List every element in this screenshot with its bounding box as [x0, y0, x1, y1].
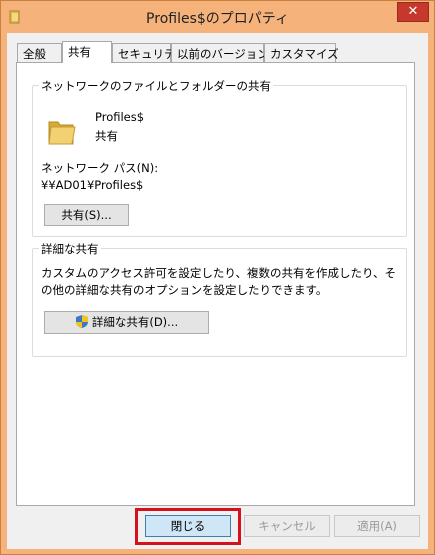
uac-shield-icon [75, 315, 88, 328]
share-button[interactable]: 共有(S)... [44, 204, 129, 226]
sharing-tab-panel: ネットワークのファイルとフォルダーの共有 Profiles$ 共有 ネットワーク… [16, 62, 415, 506]
advanced-share-description: カスタムのアクセス許可を設定したり、複数の共有を作成したり、その他の詳細な共有の… [41, 266, 397, 297]
network-path-label: ネットワーク パス(N): [41, 161, 159, 175]
share-button-label: 共有(S)... [61, 208, 112, 222]
close-icon: ✕ [407, 4, 419, 19]
advanced-share-group-title: 詳細な共有 [39, 241, 101, 257]
close-button-highlight [135, 508, 241, 545]
advanced-share-button-label: 詳細な共有(D)... [91, 315, 179, 329]
title-bar[interactable]: Profiles$のプロパティ ✕ [1, 1, 434, 33]
properties-window: Profiles$のプロパティ ✕ 全般 共有 セキュリティ 以前のバージョン … [0, 0, 435, 555]
share-status: 共有 [95, 129, 118, 143]
shared-folder-icon [48, 121, 76, 145]
tab-customize[interactable]: カスタマイズ [264, 43, 339, 62]
folder-name: Profiles$ [95, 110, 145, 124]
advanced-share-button[interactable]: 詳細な共有(D)... [44, 311, 209, 334]
tab-sharing[interactable]: 共有 [62, 41, 112, 63]
advanced-share-group: 詳細な共有 カスタムのアクセス許可を設定したり、複数の共有を作成したり、その他の… [32, 241, 407, 357]
window-title: Profiles$のプロパティ [146, 11, 289, 27]
network-path-value[interactable]: ¥¥AD01¥Profiles$ [41, 178, 143, 192]
network-share-group: ネットワークのファイルとフォルダーの共有 Profiles$ 共有 ネットワーク… [32, 78, 407, 237]
dialog-client-area: 全般 共有 セキュリティ 以前のバージョン カスタマイズ ネットワークのファイル… [7, 33, 428, 549]
apply-button[interactable]: 適用(A) [334, 515, 420, 537]
tab-previous-versions[interactable]: 以前のバージョン [171, 43, 269, 62]
close-window-button[interactable]: ✕ [397, 2, 429, 22]
tab-security[interactable]: セキュリティ [112, 43, 186, 62]
cancel-button[interactable]: キャンセル [244, 515, 330, 537]
tab-general[interactable]: 全般 [17, 43, 62, 62]
network-share-group-title: ネットワークのファイルとフォルダーの共有 [39, 78, 273, 94]
